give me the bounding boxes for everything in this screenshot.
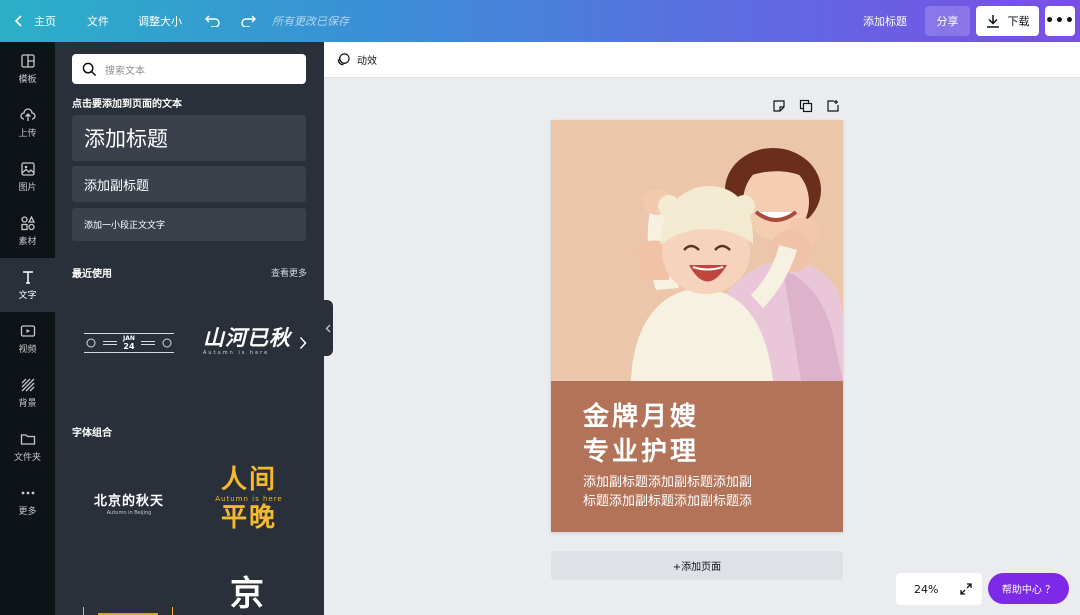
font-combo-renjian[interactable]: 人间 Autumn is here 平晚 xyxy=(199,466,299,538)
fullscreen-icon[interactable] xyxy=(960,583,973,595)
collapse-panel-button[interactable] xyxy=(322,300,333,356)
decorative-lines xyxy=(141,341,156,345)
rail-label: 背景 xyxy=(18,399,37,409)
upload-icon xyxy=(19,108,36,121)
rail-label: 图片 xyxy=(18,183,37,193)
subheading-line-1[interactable]: 添加副标题添加副标题添加副 xyxy=(583,471,752,490)
help-center-button[interactable]: 帮助中心 ？ xyxy=(988,573,1069,604)
add-subheading-button[interactable]: 添加副标题 xyxy=(72,166,306,202)
rail-label: 文件夹 xyxy=(13,453,41,463)
add-title-button[interactable]: 添加标题 xyxy=(863,0,907,42)
top-bar: 主页 文件 调整大小 所有更改已保存 添加标题 分享 下载 ••• xyxy=(0,0,1080,42)
rail-item-uploads[interactable]: 上传 xyxy=(0,96,55,150)
animate-label: 动效 xyxy=(357,56,377,67)
saved-status: 所有更改已保存 xyxy=(272,15,349,28)
recent-template-date[interactable]: JAN 24 xyxy=(84,333,174,353)
rail-item-more[interactable]: 更多 xyxy=(0,474,55,528)
add-heading-button[interactable]: 添加标题 xyxy=(72,115,306,161)
share-button[interactable]: 分享 xyxy=(925,6,970,36)
rail-label: 素材 xyxy=(18,237,37,247)
chevron-left-icon xyxy=(14,15,22,27)
more-icon xyxy=(21,491,34,495)
rail-label: 上传 xyxy=(18,129,37,139)
rail-item-text[interactable]: 文字 xyxy=(0,258,55,312)
redo-icon xyxy=(241,15,256,27)
redo-button[interactable] xyxy=(240,0,256,42)
recent-label: 最近使用 xyxy=(72,269,112,280)
duplicate-icon[interactable] xyxy=(799,99,813,113)
add-body-text-button[interactable]: 添加一小段正文文字 xyxy=(72,208,306,241)
recent-template-autumn[interactable]: 山河已秋 Autumn is here xyxy=(203,326,295,360)
text-panel: 搜索文本 点击要添加到页面的文本 添加标题 添加副标题 添加一小段正文文字 最近… xyxy=(55,42,324,615)
left-rail: 模板 上传 图片 素材 文字 视频 背景 文件夹 更多 xyxy=(0,42,55,615)
animate-icon xyxy=(337,53,350,66)
rail-item-folders[interactable]: 文件夹 xyxy=(0,420,55,474)
video-icon xyxy=(20,325,35,337)
add-page-button[interactable]: +添加页面 xyxy=(551,551,843,580)
rail-item-templates[interactable]: 模板 xyxy=(0,42,55,96)
font-combo-jing[interactable]: 京 xyxy=(225,574,269,615)
animate-button[interactable]: 动效 xyxy=(336,52,377,67)
rail-label: 模板 xyxy=(18,75,37,85)
editor-toolbar: 动效 xyxy=(324,42,1080,78)
template-subtitle: Autumn is here xyxy=(203,350,270,356)
decorative-line xyxy=(172,607,173,615)
text-icon xyxy=(22,271,33,284)
undo-button[interactable] xyxy=(205,0,221,42)
template-day: 24 xyxy=(123,342,135,351)
chevron-right-icon[interactable] xyxy=(299,336,307,350)
download-label: 下载 xyxy=(1007,15,1030,28)
combo-subtitle: Autumn in Beijing xyxy=(106,510,152,516)
headline-line-1[interactable]: 金牌月嫂 xyxy=(583,396,699,433)
chevron-left-icon xyxy=(325,324,330,332)
note-icon[interactable] xyxy=(772,99,786,113)
font-combos-label: 字体组合 xyxy=(72,428,112,439)
decorative-line xyxy=(83,607,84,615)
combo-line-2: 平晚 xyxy=(220,503,277,533)
download-icon xyxy=(986,15,999,28)
page-tools xyxy=(759,99,840,113)
home-label: 主页 xyxy=(34,15,56,28)
circle-badge-icon xyxy=(162,338,172,348)
search-input[interactable]: 搜索文本 xyxy=(72,54,306,84)
see-more-link[interactable]: 查看更多 xyxy=(271,266,307,279)
file-menu[interactable]: 文件 xyxy=(87,0,109,42)
home-button[interactable]: 主页 xyxy=(14,0,56,42)
rail-item-background[interactable]: 背景 xyxy=(0,366,55,420)
elements-icon xyxy=(20,215,35,231)
download-button[interactable]: 下载 xyxy=(976,6,1039,36)
circle-badge-icon xyxy=(86,338,96,348)
subheading-line-2[interactable]: 标题添加副标题添加副标题添 xyxy=(583,490,752,509)
rail-item-elements[interactable]: 素材 xyxy=(0,204,55,258)
more-options-button[interactable]: ••• xyxy=(1045,6,1075,36)
rail-item-photos[interactable]: 图片 xyxy=(0,150,55,204)
search-icon xyxy=(82,62,97,76)
decorative-lines xyxy=(102,341,117,345)
rail-label: 文字 xyxy=(18,291,37,301)
zoom-level[interactable]: 24% xyxy=(914,583,938,596)
folder-icon xyxy=(20,434,35,445)
template-title: 山河已秋 xyxy=(203,325,291,350)
zoom-control: 24% xyxy=(896,573,982,605)
combo-title: 北京的秋天 xyxy=(93,494,164,509)
resize-menu[interactable]: 调整大小 xyxy=(138,0,182,42)
combo-line-1: 人间 xyxy=(220,465,277,495)
design-page[interactable]: 金牌月嫂 专业护理 添加副标题添加副标题添加副 标题添加副标题添加副标题添 xyxy=(551,120,843,532)
rail-label: 更多 xyxy=(18,507,37,517)
rail-label: 视频 xyxy=(18,345,37,355)
rail-item-video[interactable]: 视频 xyxy=(0,312,55,366)
click-to-add-label: 点击要添加到页面的文本 xyxy=(72,99,182,110)
search-placeholder: 搜索文本 xyxy=(105,65,145,77)
add-page-icon[interactable] xyxy=(826,99,840,113)
layout-icon xyxy=(20,54,35,68)
background-icon xyxy=(21,378,34,392)
font-combo-beijing[interactable]: 北京的秋天 Autumn in Beijing xyxy=(83,490,175,518)
image-icon xyxy=(20,162,35,176)
headline-line-2[interactable]: 专业护理 xyxy=(583,431,699,468)
font-combo-partial-left[interactable] xyxy=(83,607,173,615)
undo-icon xyxy=(205,15,220,27)
mother-and-baby-photo[interactable] xyxy=(551,120,843,381)
